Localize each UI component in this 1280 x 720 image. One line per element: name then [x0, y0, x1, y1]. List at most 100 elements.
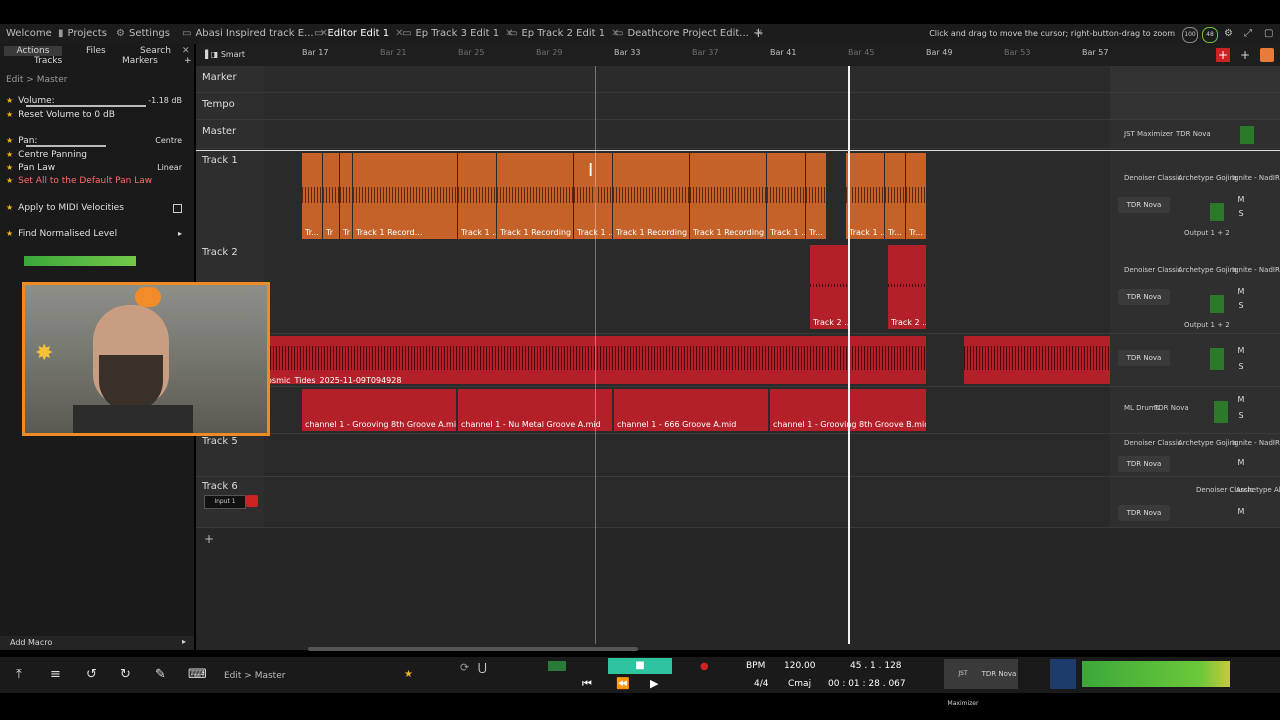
audio-clip[interactable]: Tr [340, 153, 352, 239]
find-normalised-level[interactable]: ★ Find Normalised Level ▸ [6, 227, 186, 240]
midi-clip[interactable]: channel 1 - Grooving 8th Groove A.mid [302, 389, 456, 431]
track-2[interactable]: Track 2 Track 2 ... Track 2 ... Denoiser… [196, 243, 1280, 334]
master-plugin-slot[interactable]: JST Maximizer [944, 659, 982, 707]
audio-clip[interactable]: Track 1 Recording 8 [613, 153, 689, 239]
tab-settings[interactable]: ⚙ Settings [116, 24, 170, 44]
audio-clip[interactable]: Tr... [906, 153, 926, 239]
pan-slider[interactable] [26, 145, 106, 147]
volume-slider[interactable] [26, 105, 146, 107]
bpm-value[interactable]: 120.00 [784, 661, 816, 671]
plugin-slot[interactable]: Archetype Abasi [1236, 485, 1280, 495]
plugin-slot[interactable]: Ignite - NadIR [1232, 438, 1280, 448]
apply-midi-velocities[interactable]: ★ Apply to MIDI Velocities [6, 201, 186, 214]
plugin-slot[interactable]: TDR Nova [1118, 350, 1170, 366]
record-arm-button[interactable] [246, 495, 258, 507]
record-settings-icon[interactable] [1260, 48, 1274, 62]
pan-law-row[interactable]: ★ Pan Law Linear [6, 161, 186, 174]
audio-clip[interactable]: Tr... [302, 153, 322, 239]
audio-clip[interactable]: Track 1 Recording 7 [497, 153, 573, 239]
undo-icon[interactable]: ↺ [86, 667, 97, 682]
expand-icon[interactable]: ▢ [1264, 24, 1273, 44]
audio-clip[interactable]: Track 1 ... [846, 153, 884, 239]
key-signature[interactable]: Cmaj [788, 679, 811, 689]
star-icon[interactable]: ★ [6, 96, 13, 105]
snap-mode[interactable]: ▐ ◨ Smart [202, 50, 245, 59]
output-label[interactable]: Output 1 + 2 [1184, 229, 1230, 237]
tab-actions[interactable]: Actions [4, 46, 62, 56]
close-icon[interactable]: ✕ [182, 46, 190, 56]
mute-button[interactable]: M [1236, 195, 1246, 205]
plugin-slot[interactable]: TDR Nova [1154, 403, 1189, 413]
audio-clip[interactable]: Track 1 Record... [353, 153, 457, 239]
redo-icon[interactable]: ↻ [120, 667, 131, 682]
centre-panning-button[interactable]: ★ Centre Panning [6, 148, 186, 161]
reset-volume-button[interactable]: ★ Reset Volume to 0 dB [6, 108, 186, 121]
audio-clip[interactable]: Track 1 Recording 8 [690, 153, 766, 239]
plugin-slot[interactable]: Ignite - NadIR [1232, 265, 1280, 275]
position-bars[interactable]: 45 . 1 . 128 [850, 661, 902, 671]
solo-button[interactable]: S [1236, 362, 1246, 372]
tab-files[interactable]: Files [86, 46, 106, 56]
tab-ep-track-3[interactable]: ▭ Ep Track 3 Edit 1 ✕ [402, 24, 513, 44]
add-icon[interactable]: + [184, 56, 192, 66]
set-all-pan-law[interactable]: ★ Set All to the Default Pan Law [6, 174, 186, 187]
master-eq-thumb[interactable] [1050, 659, 1076, 689]
audio-clip[interactable]: Tr... [885, 153, 905, 239]
plugin-slot[interactable]: Archetype Gojira [1178, 438, 1237, 448]
plugin-slot[interactable]: Denoiser Classic [1124, 173, 1182, 183]
plugin-slot[interactable]: TDR Nova [1118, 505, 1170, 521]
master-plugin-slot[interactable]: TDR Nova [980, 659, 1018, 689]
play-icon[interactable]: ▶ [650, 677, 658, 690]
play-mode-button[interactable] [548, 661, 566, 671]
plugin-slot[interactable]: Denoiser Classic [1124, 438, 1182, 448]
audio-clip[interactable]: Track 1 ... [458, 153, 496, 239]
audio-clip[interactable]: Tr [323, 153, 339, 239]
plugin-slot[interactable]: TDR Nova [1118, 197, 1170, 213]
add-icon[interactable]: + [1240, 48, 1250, 62]
tab-tracks[interactable]: Tracks [34, 56, 62, 66]
plugin-slot[interactable]: Denoiser Classic [1124, 265, 1182, 275]
output-label[interactable]: Output 1 + 2 [1184, 321, 1230, 329]
track-1[interactable]: Track 1 Tr... Tr Tr Track 1 Record... Tr… [196, 150, 1280, 244]
plugin-slot[interactable]: Archetype Gojira [1178, 173, 1237, 183]
loop-icon[interactable]: ⟳ [460, 661, 469, 674]
tab-abasi[interactable]: ▭ Abasi Inspired track E... ✕ [182, 24, 328, 44]
audio-clip[interactable]: Track 1 ... [767, 153, 805, 239]
position-time[interactable]: 00 : 01 : 28 . 067 [828, 679, 906, 689]
mute-button[interactable]: M [1236, 507, 1246, 517]
midi-clip[interactable]: channel 1 - 666 Groove A.mid [614, 389, 768, 431]
mute-button[interactable]: M [1236, 346, 1246, 356]
solo-button[interactable]: S [1236, 209, 1246, 219]
record-button[interactable]: ● [700, 661, 709, 672]
export-icon[interactable]: ⤒ [16, 667, 22, 682]
mute-button[interactable]: M [1236, 458, 1246, 468]
track-6[interactable]: Track 6 Input 1 Denoiser Classic Archety… [196, 477, 1280, 528]
plugin-slot[interactable]: TDR Nova [1176, 129, 1211, 139]
tab-search[interactable]: Search [140, 46, 171, 56]
tab-deathcore[interactable]: ▭ Deathcore Project Edit... ✕ [614, 24, 763, 44]
track-4[interactable]: channel 1 - Grooving 8th Groove A.mid ch… [196, 387, 1280, 434]
tab-editor-edit-1[interactable]: ▭ Editor Edit 1 ✕ [314, 24, 404, 44]
menu-icon[interactable]: ≡ [50, 667, 61, 682]
plugin-slot[interactable]: TDR Nova [1118, 456, 1170, 472]
rewind-icon[interactable]: ⏪ [616, 677, 630, 690]
plugin-slot[interactable]: JST Maximizer [1124, 129, 1173, 139]
horizontal-scrollbar[interactable] [308, 647, 638, 651]
fullscreen-icon[interactable]: ⤢ [1244, 24, 1252, 44]
time-signature[interactable]: 4/4 [754, 679, 768, 689]
add-track-button[interactable]: + [1216, 48, 1230, 62]
keyboard-icon[interactable]: ⌨ [188, 667, 207, 682]
add-macro-button[interactable]: Add Macro ▸ [0, 636, 194, 650]
tab-markers[interactable]: Markers [122, 56, 158, 66]
audio-clip[interactable] [964, 336, 1110, 384]
track-5[interactable]: Track 5 Denoiser Classic Archetype Gojir… [196, 434, 1280, 477]
tab-welcome[interactable]: Welcome [6, 24, 52, 44]
plugin-slot[interactable]: Archetype Gojira [1178, 265, 1237, 275]
star-icon[interactable]: ★ [404, 669, 413, 680]
track-3[interactable]: osmic_Tides_2025-11-09T094928 TDR Nova M… [196, 334, 1280, 387]
audio-clip[interactable]: Tr... [806, 153, 826, 239]
wrench-icon[interactable]: ✎ [155, 667, 166, 682]
add-track-icon[interactable]: + [204, 532, 214, 546]
input-selector[interactable]: Input 1 [204, 495, 246, 509]
tab-projects[interactable]: ▮ Projects [58, 24, 107, 44]
